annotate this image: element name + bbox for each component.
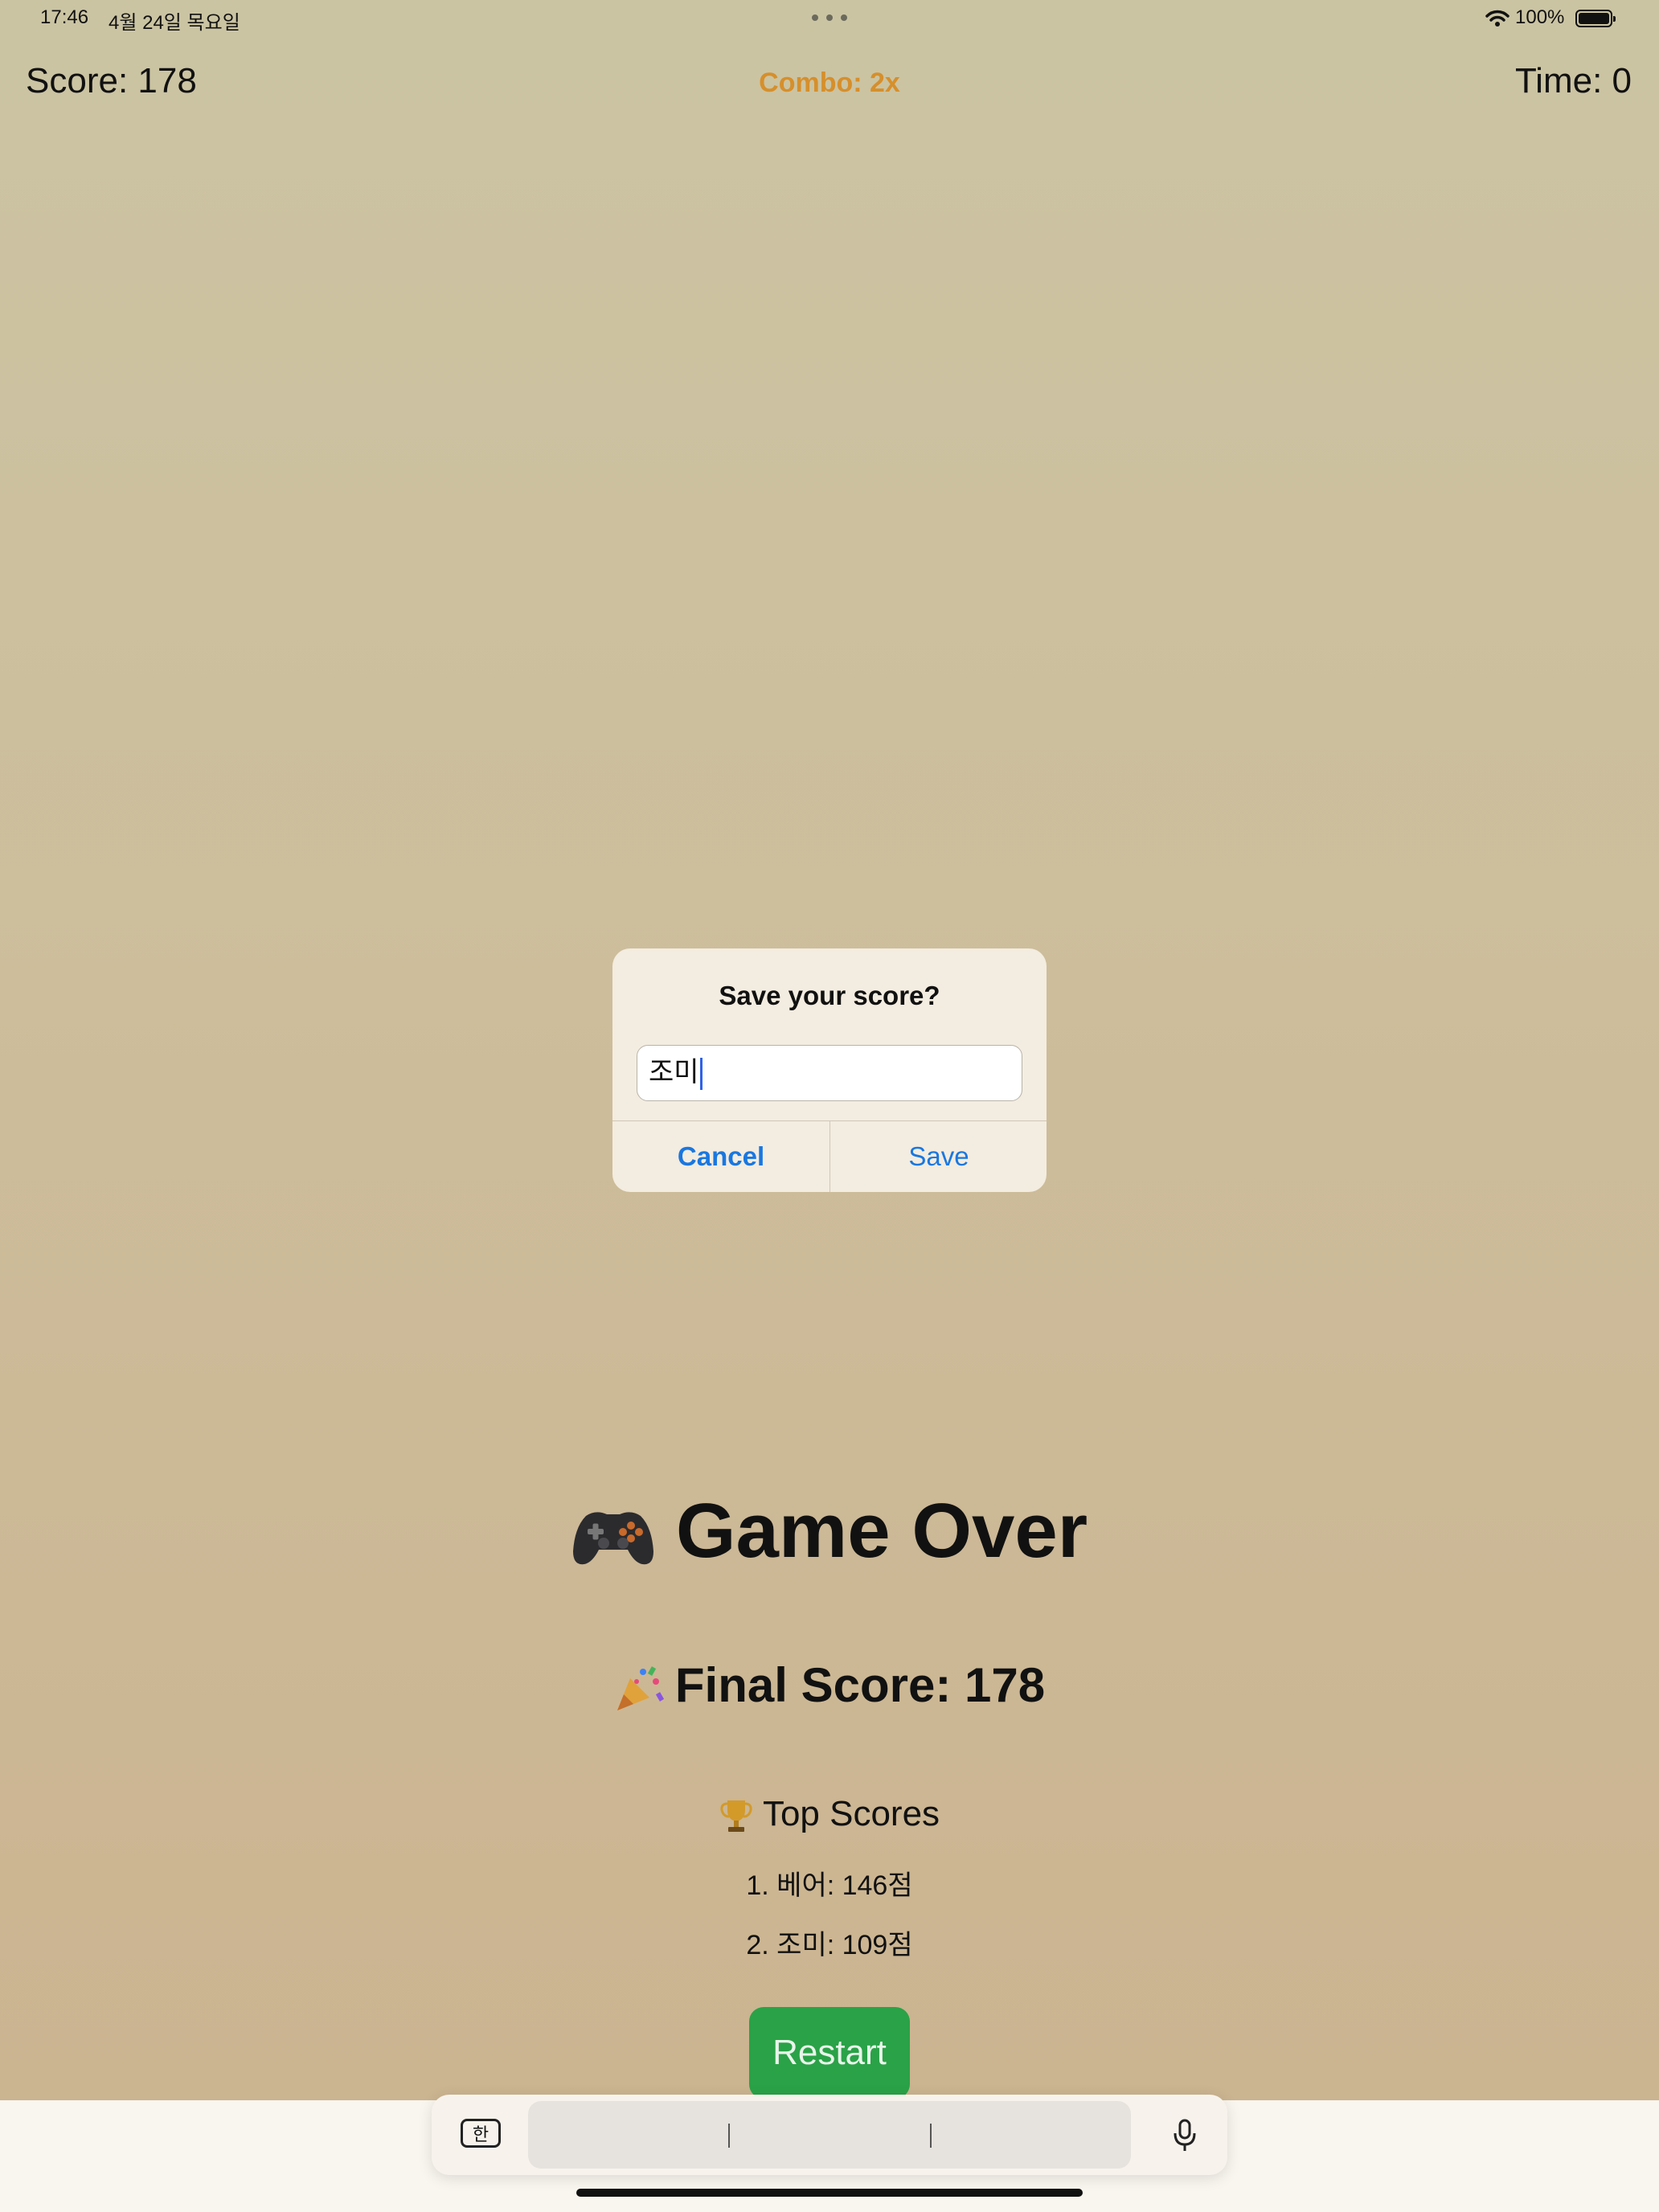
top-score-item: 1. 베어: 146점 <box>746 1870 913 1901</box>
status-date: 4월 24일 목요일 <box>109 12 240 34</box>
status-time: 17:46 <box>40 6 89 28</box>
top-score-item: 2. 조미: 109점 <box>746 1930 913 1960</box>
save-button[interactable]: Save <box>830 1121 1047 1192</box>
prediction-separator <box>930 2124 932 2148</box>
predictive-text-bar[interactable] <box>528 2101 1131 2169</box>
final-score: Final Score: 178 <box>0 1657 1659 1714</box>
more-dots-icon[interactable] <box>812 14 847 21</box>
final-score-text: Final Score: 178 <box>674 1658 1046 1712</box>
battery-icon <box>1575 10 1616 27</box>
wifi-icon <box>1485 10 1509 27</box>
save-score-dialog: Save your score? 조미 Cancel Save <box>612 948 1047 1192</box>
restart-button[interactable]: Restart <box>749 2007 910 2099</box>
prediction-separator <box>728 2124 730 2148</box>
name-input-value: 조미 <box>649 1057 699 1088</box>
top-scores-title: Top Scores <box>0 1794 1659 1834</box>
microphone-icon[interactable] <box>1171 2119 1198 2153</box>
text-caret <box>699 1058 703 1091</box>
game-over-title: Game Over <box>0 1487 1659 1575</box>
home-indicator[interactable] <box>576 2189 1083 2197</box>
keyboard-shortcut-bar: 한 <box>432 2095 1227 2175</box>
battery-percent: 100% <box>1515 6 1565 28</box>
game-controller-icon <box>572 1512 653 1564</box>
dialog-title: Save your score? <box>719 981 940 1010</box>
combo-label: Combo: 2x <box>759 68 900 98</box>
status-bar: 17:46 4월 24일 목요일 100% <box>0 0 1659 39</box>
time-label: Time: 0 <box>1514 61 1632 100</box>
name-input[interactable]: 조미 <box>637 1045 1022 1101</box>
party-popper-icon <box>616 1666 664 1711</box>
trophy-icon <box>720 1800 752 1833</box>
top-scores-text: Top Scores <box>762 1794 940 1833</box>
game-over-text: Game Over <box>675 1488 1088 1574</box>
cancel-button[interactable]: Cancel <box>612 1121 830 1192</box>
language-key-icon[interactable]: 한 <box>461 2119 501 2148</box>
